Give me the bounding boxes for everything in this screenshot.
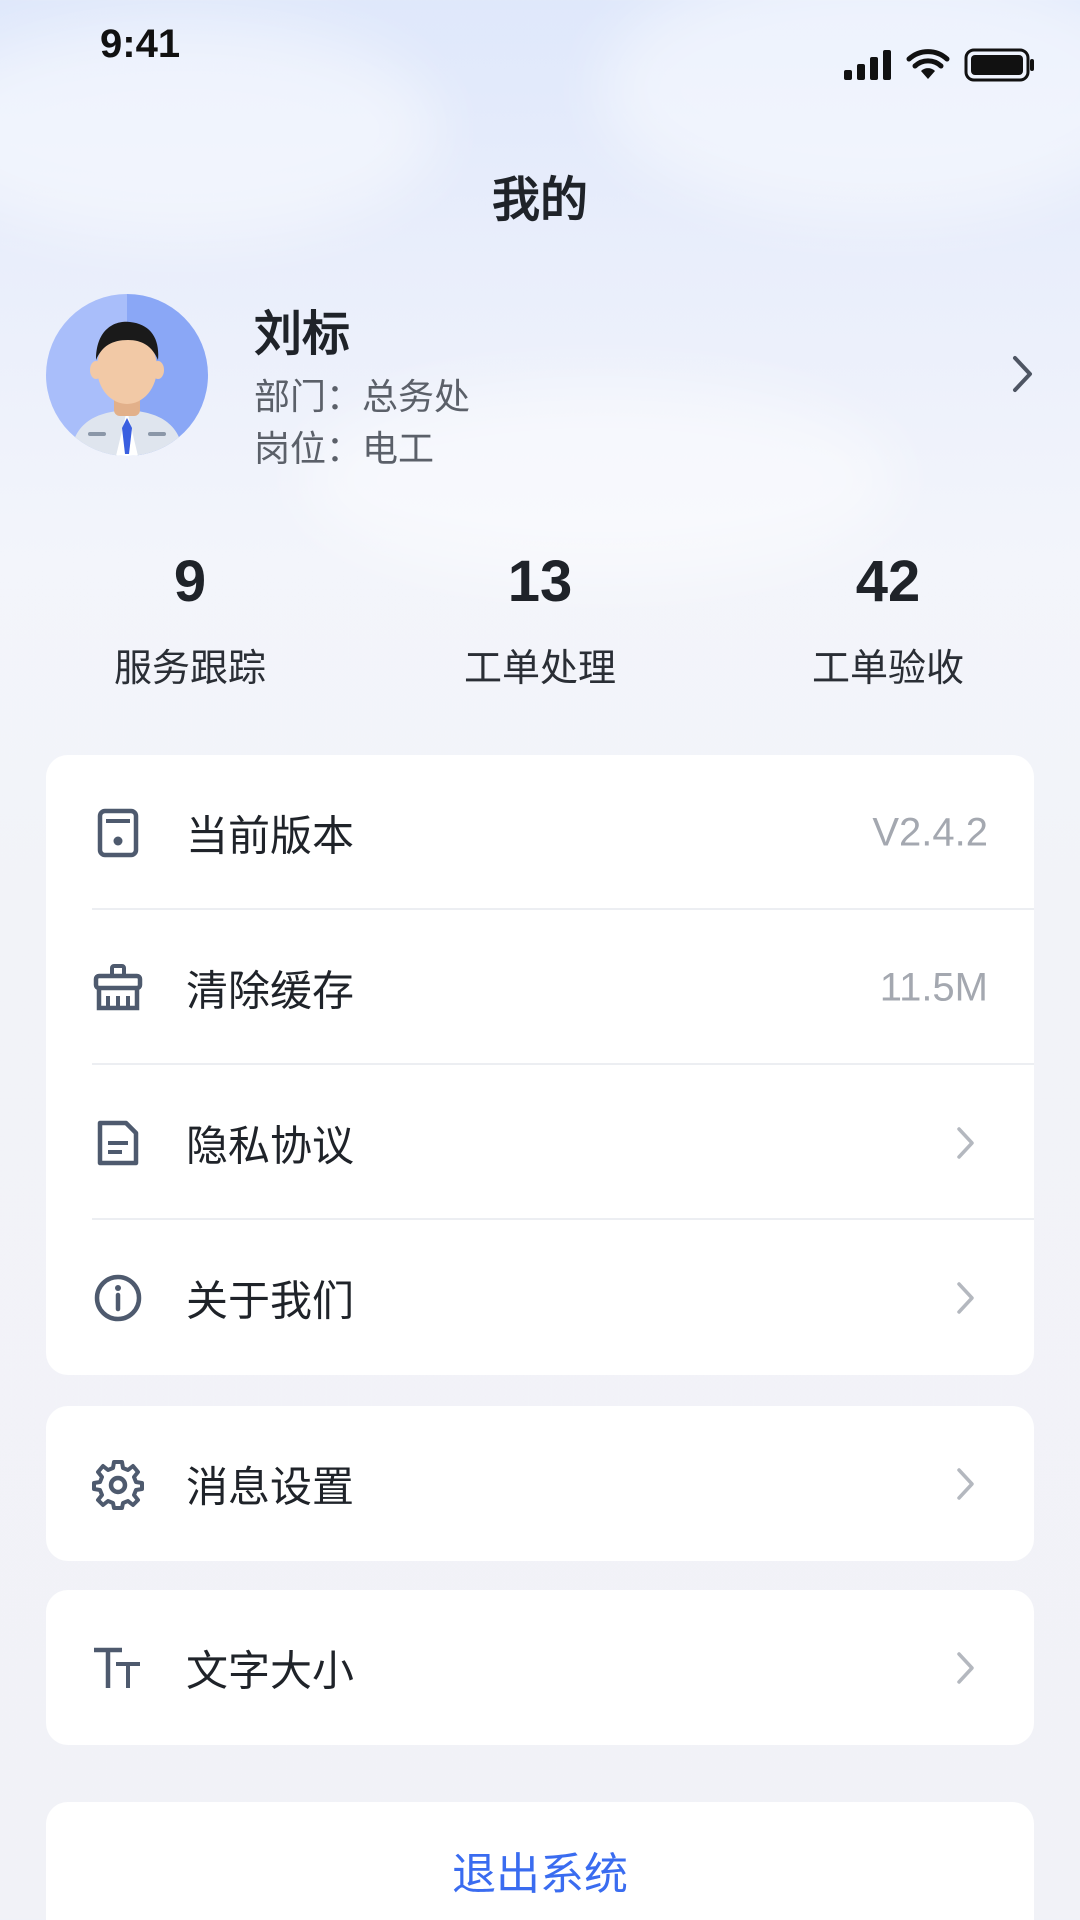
chevron-right-icon: [957, 1651, 974, 1684]
display-card: 文字大小: [46, 1590, 1034, 1745]
stat-value: 42: [855, 549, 921, 614]
chevron-right-icon: [957, 1281, 974, 1314]
page-title: 我的: [491, 172, 588, 228]
status-icons: [844, 48, 1036, 82]
phone-icon: [97, 808, 139, 857]
stat-order-acceptance[interactable]: 42 工单验收: [708, 548, 1068, 692]
document-icon: [97, 1120, 139, 1165]
menu-item-label: 隐私协议: [186, 1121, 355, 1170]
logout-button[interactable]: 退出系统: [46, 1802, 1034, 1920]
broom-icon: [93, 963, 143, 1010]
menu-item-about[interactable]: 关于我们: [46, 1220, 1034, 1375]
status-time: 9:41: [100, 22, 181, 66]
menu-item-label: 消息设置: [186, 1462, 355, 1511]
user-department: 部门：总务处: [254, 377, 471, 418]
menu-item-privacy[interactable]: 隐私协议: [46, 1065, 1034, 1220]
status-bar: 9:41: [0, 0, 1080, 100]
user-avatar-icon: [70, 321, 184, 456]
settings-card: 当前版本 V2.4.2 清除缓存 11.5M 隐私协议 关于我们: [46, 755, 1034, 1375]
stat-service-tracking[interactable]: 9 服务跟踪: [10, 548, 370, 692]
gear-icon: [92, 1459, 144, 1510]
stats-bar: 9 服务跟踪 13 工单处理 42 工单验收: [0, 548, 1080, 718]
stat-label: 服务跟踪: [113, 646, 266, 690]
chevron-right-icon: [957, 1126, 974, 1159]
stat-value: 9: [173, 549, 207, 614]
profile-card[interactable]: 刘标 部门：总务处 岗位：电工: [46, 294, 1036, 470]
chevron-right-icon: [957, 1467, 974, 1500]
chevron-right-icon[interactable]: [1010, 354, 1036, 394]
version-value: V2.4.2: [872, 810, 988, 854]
avatar[interactable]: [46, 294, 208, 456]
menu-item-label: 关于我们: [186, 1276, 355, 1325]
menu-item-label: 当前版本: [186, 811, 355, 860]
cache-size-value: 11.5M: [879, 965, 988, 1009]
user-position: 岗位：电工: [254, 429, 435, 470]
signal-icon: [844, 50, 891, 80]
wifi-icon: [906, 49, 950, 79]
text-size-icon: [94, 1647, 140, 1688]
menu-item-version[interactable]: 当前版本 V2.4.2: [46, 755, 1034, 910]
info-icon: [94, 1274, 142, 1321]
notification-card: 消息设置: [46, 1406, 1034, 1561]
battery-icon: [964, 48, 1034, 82]
stat-label: 工单验收: [811, 646, 964, 690]
menu-item-font-size[interactable]: 文字大小: [46, 1590, 1034, 1745]
menu-item-notification-settings[interactable]: 消息设置: [46, 1406, 1034, 1561]
menu-item-clear-cache[interactable]: 清除缓存 11.5M: [46, 910, 1034, 1065]
menu-item-label: 清除缓存: [186, 966, 355, 1015]
stat-label: 工单处理: [463, 646, 616, 690]
user-name: 刘标: [254, 306, 351, 362]
stat-order-processing[interactable]: 13 工单处理: [360, 548, 720, 692]
stat-value: 13: [507, 549, 573, 614]
menu-item-label: 文字大小: [186, 1646, 355, 1695]
